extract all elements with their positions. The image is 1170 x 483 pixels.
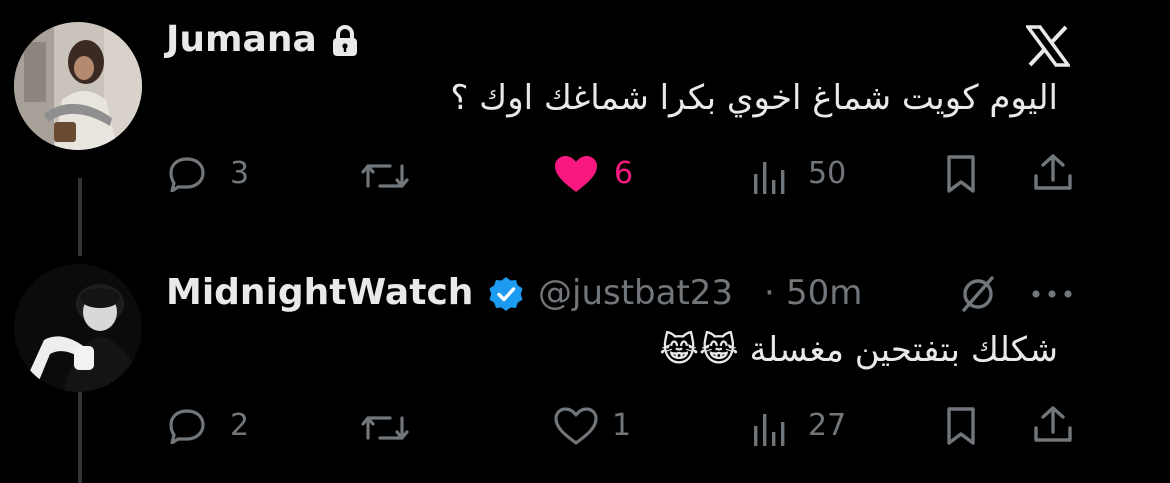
verified-badge-icon — [486, 274, 526, 314]
reply-count: 3 — [230, 156, 250, 191]
x-logo-icon[interactable] — [1024, 22, 1072, 70]
reply-count: 2 — [230, 408, 250, 443]
views-icon[interactable] — [748, 410, 792, 450]
share-icon[interactable] — [1030, 402, 1076, 448]
reply-icon[interactable] — [166, 153, 208, 195]
heart-outline-icon[interactable] — [552, 404, 600, 448]
repost-icon[interactable] — [360, 155, 410, 197]
thread-connector-lower — [78, 390, 82, 483]
avatar-midnightwatch[interactable] — [14, 264, 142, 392]
heart-filled-icon[interactable] — [552, 152, 600, 196]
author-name[interactable]: MidnightWatch — [166, 272, 473, 313]
thread-connector — [78, 178, 82, 256]
like-count: 6 — [614, 156, 634, 191]
repost-icon[interactable] — [360, 407, 410, 449]
meta-separator: · — [764, 273, 775, 313]
conversation-thread: Jumana اليوم كويت شماغ اخوي بكرا شماغك ا… — [0, 0, 1170, 483]
views-icon[interactable] — [748, 158, 792, 198]
lock-icon — [328, 24, 362, 58]
avatar-jumana[interactable] — [14, 22, 142, 150]
views-count: 50 — [808, 156, 847, 191]
views-count: 27 — [808, 408, 847, 443]
author-handle[interactable]: @justbat23 — [538, 273, 733, 313]
more-options-icon[interactable] — [1028, 282, 1076, 306]
author-name[interactable]: Jumana — [166, 19, 317, 60]
bookmark-icon[interactable] — [942, 152, 980, 196]
bookmark-icon[interactable] — [942, 404, 980, 448]
like-count: 1 — [612, 408, 632, 443]
reply-icon[interactable] — [166, 405, 208, 447]
tweet-timestamp[interactable]: 50m — [786, 273, 862, 313]
tweet-text: شكلك بتفتحين مغسلة 😹😹 — [659, 330, 1058, 370]
tweet-text: اليوم كويت شماغ اخوي بكرا شماغك اوك ؟ — [450, 78, 1058, 118]
share-icon[interactable] — [1030, 150, 1076, 196]
grok-icon[interactable] — [956, 272, 1000, 316]
